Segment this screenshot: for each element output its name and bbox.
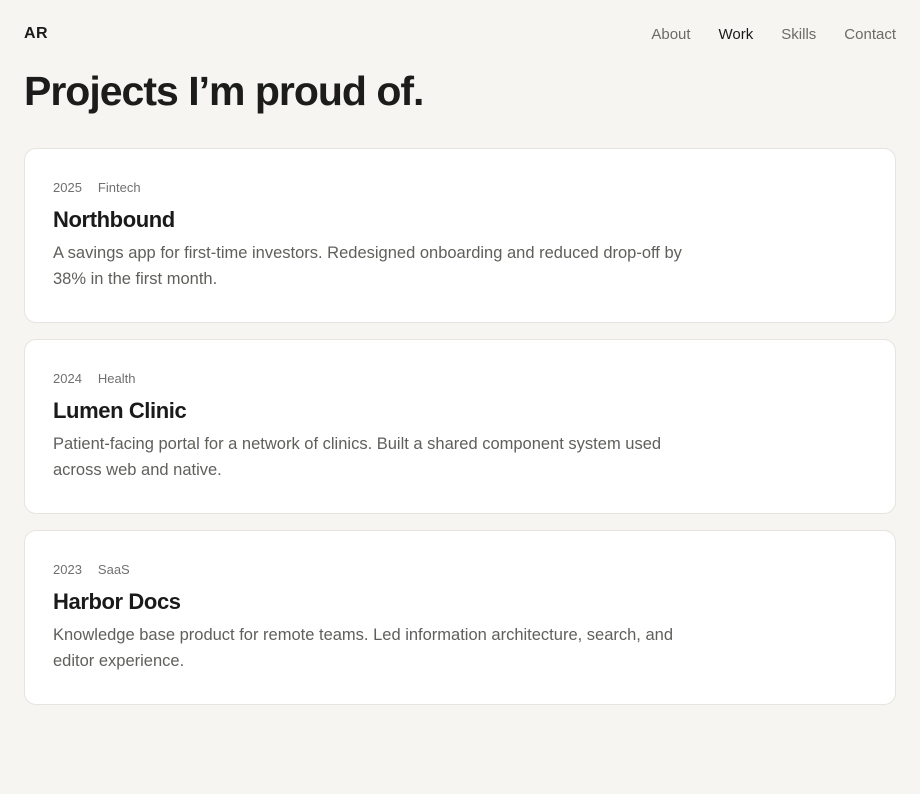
main-nav: About Work Skills Contact — [623, 26, 896, 43]
project-list: 2025 Fintech Northbound A savings app fo… — [24, 148, 896, 721]
project-year: 2024 — [53, 371, 82, 386]
project-category: Health — [97, 371, 136, 386]
nav-work-link[interactable]: Work — [719, 26, 754, 43]
project-card-harbor-docs[interactable]: 2023 SaaS Harbor Docs Knowledge base pro… — [24, 530, 896, 705]
project-title: Harbor Docs — [53, 589, 181, 614]
project-meta: 2024 Health — [53, 371, 867, 386]
project-description: Knowledge base product for remote teams.… — [53, 626, 674, 670]
project-year: 2025 — [53, 180, 82, 195]
project-card-lumen-clinic[interactable]: 2024 Health Lumen Clinic Patient-facing … — [24, 339, 896, 514]
project-title: Northbound — [53, 207, 175, 232]
logo[interactable]: AR — [24, 25, 48, 43]
project-meta: 2023 SaaS — [53, 562, 867, 577]
nav-about-link[interactable]: About — [651, 26, 690, 43]
project-description: A savings app for first-time investors. … — [53, 244, 682, 288]
project-category: Fintech — [97, 180, 141, 195]
project-title: Lumen Clinic — [53, 398, 187, 423]
nav-contact-link[interactable]: Contact — [844, 26, 896, 43]
project-description: Patient-facing portal for a network of c… — [53, 435, 662, 479]
page-title: Projects I’m proud of. — [24, 68, 424, 114]
project-category: SaaS — [97, 562, 130, 577]
project-year: 2023 — [53, 562, 82, 577]
nav-skills-link[interactable]: Skills — [781, 26, 816, 43]
site-header: AR About Work Skills Contact — [24, 22, 896, 46]
project-card-northbound[interactable]: 2025 Fintech Northbound A savings app fo… — [24, 148, 896, 323]
project-meta: 2025 Fintech — [53, 180, 867, 195]
